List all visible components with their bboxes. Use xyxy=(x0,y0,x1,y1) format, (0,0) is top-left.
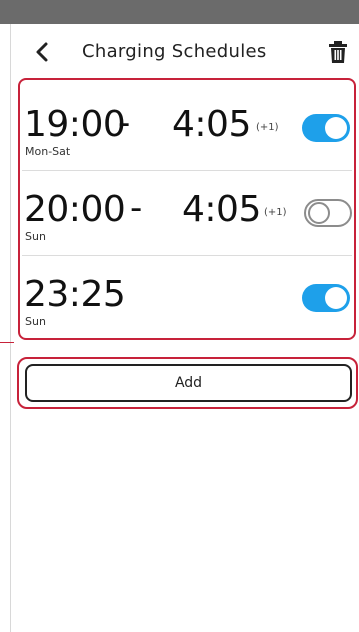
add-schedule-button[interactable]: Add xyxy=(25,364,352,402)
schedule-start-time: 19:00 xyxy=(24,104,126,145)
schedule-start-time: 23:25 xyxy=(24,274,126,315)
schedule-toggle[interactable] xyxy=(302,114,350,142)
back-chevron-icon[interactable] xyxy=(32,41,54,63)
toggle-knob xyxy=(325,117,347,139)
schedule-days: Sun xyxy=(25,230,46,243)
toggle-knob xyxy=(308,202,330,224)
schedule-end-time: 4:05 xyxy=(172,104,251,145)
schedule-row[interactable]: 23:25 Sun xyxy=(22,256,352,340)
divider-tick xyxy=(0,342,14,343)
schedule-days: Sun xyxy=(25,315,46,328)
next-day-indicator: (+1) xyxy=(256,122,279,133)
next-day-indicator: (+1) xyxy=(264,207,287,218)
schedule-days: Mon-Sat xyxy=(25,145,71,158)
schedule-row[interactable]: 20:00 - 4:05 (+1) Sun xyxy=(22,171,352,255)
toggle-knob xyxy=(325,287,347,309)
schedule-toggle[interactable] xyxy=(304,199,352,227)
header: Charging Schedules xyxy=(10,24,359,80)
page-title: Charging Schedules xyxy=(82,41,267,62)
schedule-start-time: 20:00 xyxy=(24,189,126,230)
status-bar xyxy=(0,0,359,24)
schedule-end-time: 4:05 xyxy=(182,189,261,230)
frame-edge xyxy=(10,24,11,632)
trash-icon[interactable] xyxy=(327,40,349,64)
time-dash: - xyxy=(118,103,131,143)
schedule-row[interactable]: 19:00 - 4:05 (+1) Mon-Sat xyxy=(22,86,352,170)
schedule-toggle[interactable] xyxy=(302,284,350,312)
time-dash: - xyxy=(130,188,143,228)
